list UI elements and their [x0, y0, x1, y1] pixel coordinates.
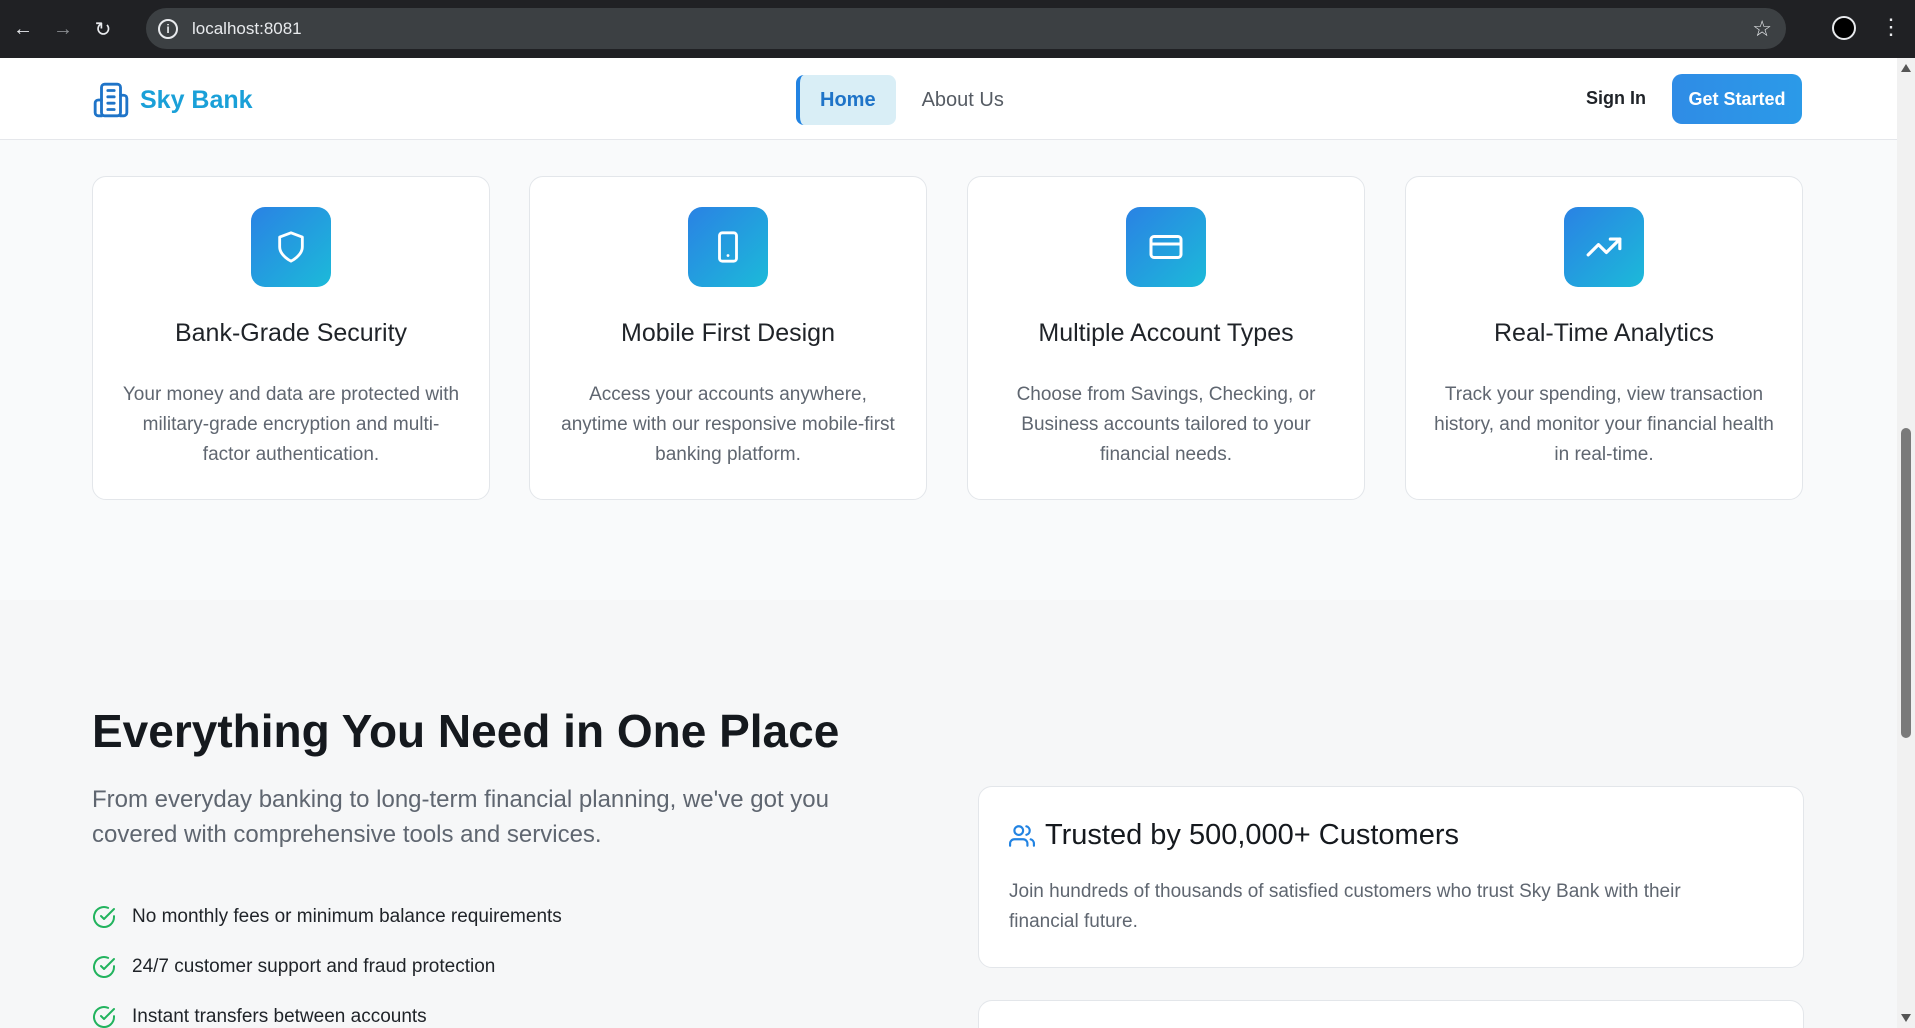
- trending-up-icon: [1586, 237, 1622, 257]
- feature-title: Bank-Grade Security: [174, 319, 408, 347]
- feature-title: Real-Time Analytics: [1494, 319, 1714, 347]
- feature-description: Your money and data are protected with m…: [122, 384, 460, 465]
- trust-card-title: Trusted by 500,000+ Customers: [1045, 819, 1460, 851]
- address-bar[interactable]: i localhost:8081 ☆: [146, 8, 1786, 49]
- bank-building-icon: [93, 82, 129, 118]
- trust-card-description: Join hundreds of thousands of satisfied …: [1009, 881, 1681, 932]
- bookmark-star-icon[interactable]: ☆: [1752, 16, 1772, 42]
- page-viewport: Sky Bank Home About Us Sign In Get Start…: [0, 58, 1897, 1028]
- feature-description: Track your spending, view transaction hi…: [1434, 384, 1774, 465]
- scroll-up-icon[interactable]: [1901, 64, 1911, 72]
- forward-icon[interactable]: →: [46, 12, 80, 46]
- benefit-text: No monthly fees or minimum balance requi…: [132, 906, 562, 927]
- brand-logo[interactable]: Sky Bank: [92, 80, 253, 120]
- feature-card: Multiple Account Types Choose from Savin…: [967, 176, 1365, 500]
- brand-name: Sky Bank: [140, 85, 253, 114]
- back-icon[interactable]: ←: [6, 12, 40, 46]
- users-icon: [1009, 824, 1035, 847]
- feature-icon-box: [1564, 207, 1644, 287]
- check-circle-icon: [93, 956, 115, 979]
- sign-in-link[interactable]: Sign In: [1586, 88, 1646, 109]
- reload-icon[interactable]: ↻: [86, 12, 120, 46]
- section-subtitle: From everyday banking to long-term finan…: [92, 786, 829, 848]
- list-item: Instant transfers between accounts: [92, 992, 562, 1028]
- feature-description: Choose from Savings, Checking, or Busine…: [1016, 384, 1316, 465]
- feature-icon-box: [1126, 207, 1206, 287]
- list-item: No monthly fees or minimum balance requi…: [92, 892, 562, 942]
- site-header: Sky Bank Home About Us Sign In Get Start…: [0, 58, 1897, 140]
- feature-icon-box: [688, 207, 768, 287]
- benefit-text: 24/7 customer support and fraud protecti…: [132, 956, 496, 977]
- feature-title: Mobile First Design: [621, 319, 835, 347]
- benefit-checklist: No monthly fees or minimum balance requi…: [92, 892, 562, 1028]
- benefit-text: Instant transfers between accounts: [132, 1006, 427, 1027]
- info-card: [978, 1000, 1804, 1028]
- nav-home[interactable]: Home: [796, 75, 896, 125]
- site-info-icon[interactable]: i: [158, 18, 178, 39]
- trust-card-header: Trusted by 500,000+ Customers: [1009, 819, 1459, 852]
- feature-card: Mobile First Design Access your accounts…: [529, 176, 927, 500]
- page-scrollbar[interactable]: [1897, 58, 1915, 1028]
- shield-icon: [278, 231, 304, 263]
- check-circle-icon: [93, 1006, 115, 1028]
- url-text: localhost:8081: [192, 18, 302, 38]
- check-circle-icon: [93, 906, 115, 929]
- everything-section: Everything You Need in One Place From ev…: [0, 600, 1897, 1028]
- browser-toolbar: ← → ↻ i localhost:8081 ☆ ⋮: [0, 0, 1915, 58]
- list-item: 24/7 customer support and fraud protecti…: [92, 942, 562, 992]
- scroll-thumb[interactable]: [1901, 428, 1911, 738]
- get-started-button[interactable]: Get Started: [1672, 74, 1802, 124]
- features-section: Bank-Grade Security Your money and data …: [0, 140, 1897, 600]
- feature-title: Multiple Account Types: [1038, 319, 1294, 347]
- main-nav: Home About Us: [796, 75, 1024, 125]
- profile-avatar[interactable]: [1832, 16, 1856, 40]
- trust-card: Trusted by 500,000+ Customers Join hundr…: [978, 786, 1804, 968]
- scroll-down-icon[interactable]: [1901, 1014, 1911, 1022]
- feature-description: Access your accounts anywhere, anytime w…: [561, 384, 895, 465]
- feature-card: Real-Time Analytics Track your spending,…: [1405, 176, 1803, 500]
- feature-card: Bank-Grade Security Your money and data …: [92, 176, 490, 500]
- credit-card-icon: [1149, 235, 1183, 259]
- feature-icon-box: [251, 207, 331, 287]
- nav-about-us[interactable]: About Us: [902, 75, 1024, 125]
- smartphone-icon: [718, 231, 738, 263]
- browser-menu-icon[interactable]: ⋮: [1880, 14, 1902, 40]
- section-title: Everything You Need in One Place: [92, 705, 840, 757]
